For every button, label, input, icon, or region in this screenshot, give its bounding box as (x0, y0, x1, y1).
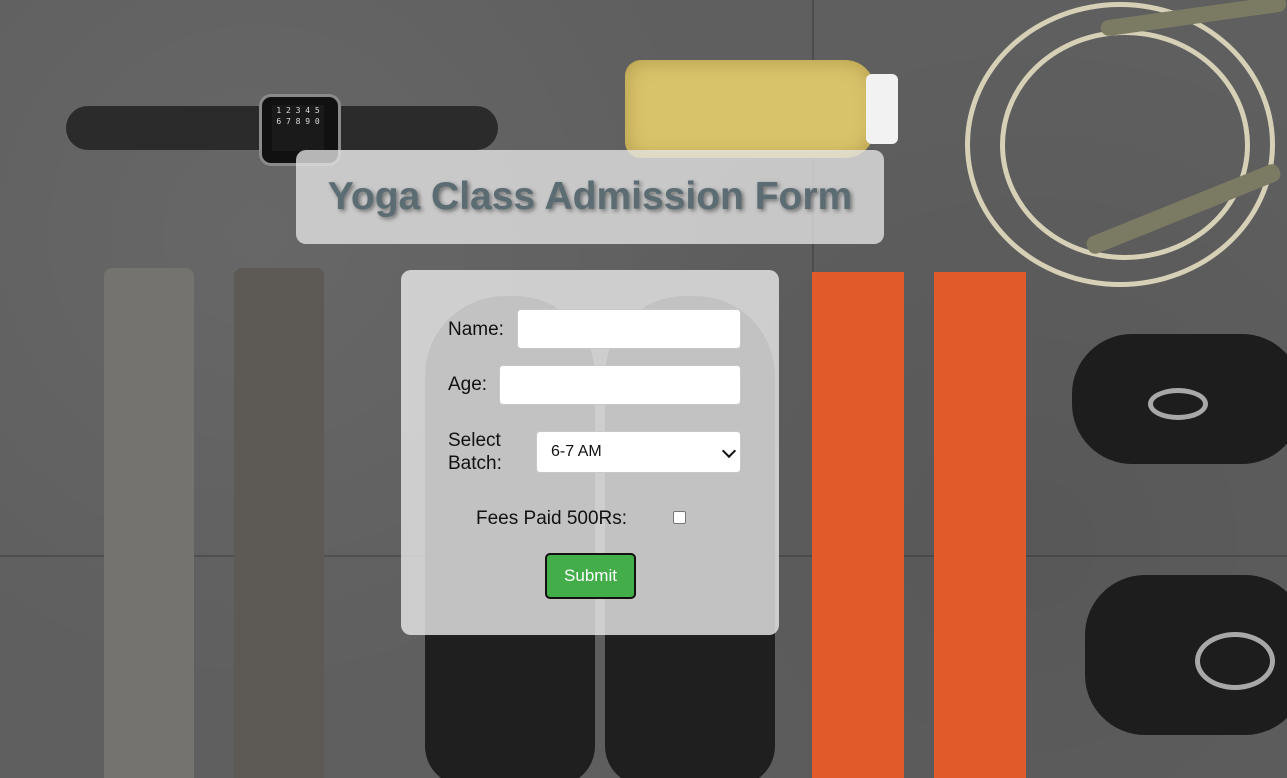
strap-ring (1148, 388, 1208, 420)
admission-form: Name: Age: Select Batch: 6-7 AM Fees Pai… (401, 270, 779, 635)
bottle-cap (866, 74, 898, 144)
resistance-band-dark (234, 268, 324, 778)
title-panel: Yoga Class Admission Form (296, 150, 884, 244)
fees-paid-checkbox[interactable] (673, 511, 686, 524)
name-input[interactable] (517, 309, 741, 349)
page-title: Yoga Class Admission Form (327, 175, 853, 218)
batch-select[interactable]: 6-7 AM (536, 431, 741, 473)
drink-bottle (625, 60, 875, 158)
batch-label-line2: Batch: (448, 453, 502, 474)
fees-label: Fees Paid 500Rs: (476, 508, 628, 529)
watch-screen: 1 2 3 4 5 6 7 8 9 0 (272, 105, 324, 151)
strap-ring (1195, 632, 1275, 690)
age-input[interactable] (499, 365, 741, 405)
age-label: Age: (448, 374, 488, 395)
name-label: Name: (448, 319, 504, 340)
batch-label-line1: Select (448, 430, 501, 451)
batch-select-value: 6-7 AM (551, 443, 602, 460)
resistance-band-orange (934, 272, 1026, 778)
submit-button[interactable]: Submit (545, 553, 636, 599)
resistance-band-grey (104, 268, 194, 778)
resistance-band-orange (812, 272, 904, 778)
batch-label: Select Batch: (448, 429, 502, 475)
chevron-down-icon (721, 443, 737, 459)
